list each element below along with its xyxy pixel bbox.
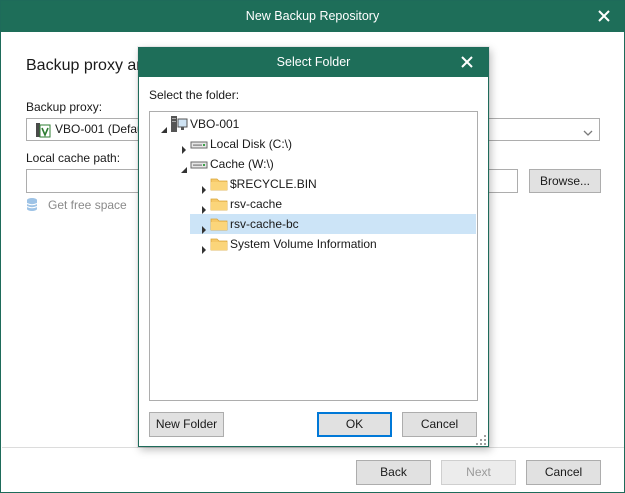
tree-node-recycle-bin[interactable]: $RECYCLE.BIN [196, 174, 446, 194]
close-icon[interactable] [594, 6, 614, 26]
tree-node-label: rsv-cache [230, 197, 283, 211]
close-icon[interactable] [459, 54, 475, 70]
chevron-down-icon[interactable] [583, 126, 593, 136]
drive-icon [190, 136, 208, 152]
drive-icon [190, 156, 208, 172]
dialog-title: Select Folder [276, 55, 351, 69]
new-folder-button[interactable]: New Folder [149, 412, 224, 437]
server-icon [170, 116, 188, 132]
collapsed-arrow-icon[interactable] [180, 140, 188, 154]
folder-tree[interactable]: VBO-001 Local Disk (C:\) Cache (W:\) $RE… [149, 111, 478, 401]
backup-proxy-label: Backup proxy: [26, 100, 103, 114]
page-heading: Backup proxy an [26, 57, 146, 74]
tree-node-label: Cache (W:\) [210, 157, 274, 171]
select-folder-dialog: Select Folder Select the folder: VBO-001 [138, 47, 489, 447]
expanded-arrow-icon[interactable] [160, 120, 168, 133]
cancel-button[interactable]: Cancel [526, 460, 601, 485]
folder-icon [210, 216, 228, 232]
ok-button[interactable]: OK [317, 412, 392, 437]
folder-icon [210, 176, 228, 192]
tree-node-label: rsv-cache-bc [230, 217, 299, 231]
collapsed-arrow-icon[interactable] [200, 240, 208, 254]
dialog-cancel-button[interactable]: Cancel [402, 412, 477, 437]
tree-node-vbo-001[interactable]: VBO-001 [156, 114, 456, 134]
expanded-arrow-icon[interactable] [180, 160, 188, 173]
back-button[interactable]: Back [356, 460, 431, 485]
tree-node-label: Local Disk (C:\) [210, 137, 293, 151]
local-cache-path-label: Local cache path: [26, 151, 121, 165]
database-icon [26, 197, 38, 212]
footer-divider [2, 447, 624, 448]
tree-node-label: VBO-001 [190, 117, 240, 131]
window-title: New Backup Repository [245, 9, 380, 23]
folder-icon [210, 196, 228, 212]
next-button[interactable]: Next [441, 460, 516, 485]
tree-node-label: $RECYCLE.BIN [230, 177, 317, 191]
backup-proxy-value: VBO-001 (Defau [55, 122, 144, 136]
select-folder-prompt: Select the folder: [149, 88, 240, 102]
resize-grip-icon[interactable] [476, 434, 486, 445]
tree-node-rsv-cache[interactable]: rsv-cache [196, 194, 446, 214]
browse-button[interactable]: Browse... [529, 169, 601, 193]
folder-icon [210, 236, 228, 252]
window-titlebar: New Backup Repository [1, 1, 624, 32]
tree-node-system-volume-information[interactable]: System Volume Information [196, 234, 466, 254]
get-free-space-label: Get free space [48, 198, 127, 212]
tree-node-cache-w[interactable]: Cache (W:\) [176, 154, 456, 174]
tree-node-label: System Volume Information [230, 237, 377, 251]
collapsed-arrow-icon[interactable] [200, 200, 208, 214]
collapsed-arrow-icon[interactable] [200, 220, 208, 234]
veeam-proxy-icon [35, 122, 51, 138]
collapsed-arrow-icon[interactable] [200, 180, 208, 194]
tree-node-rsv-cache-bc[interactable]: rsv-cache-bc [190, 214, 476, 234]
tree-node-local-disk-c[interactable]: Local Disk (C:\) [176, 134, 456, 154]
dialog-titlebar: Select Folder [139, 48, 488, 77]
